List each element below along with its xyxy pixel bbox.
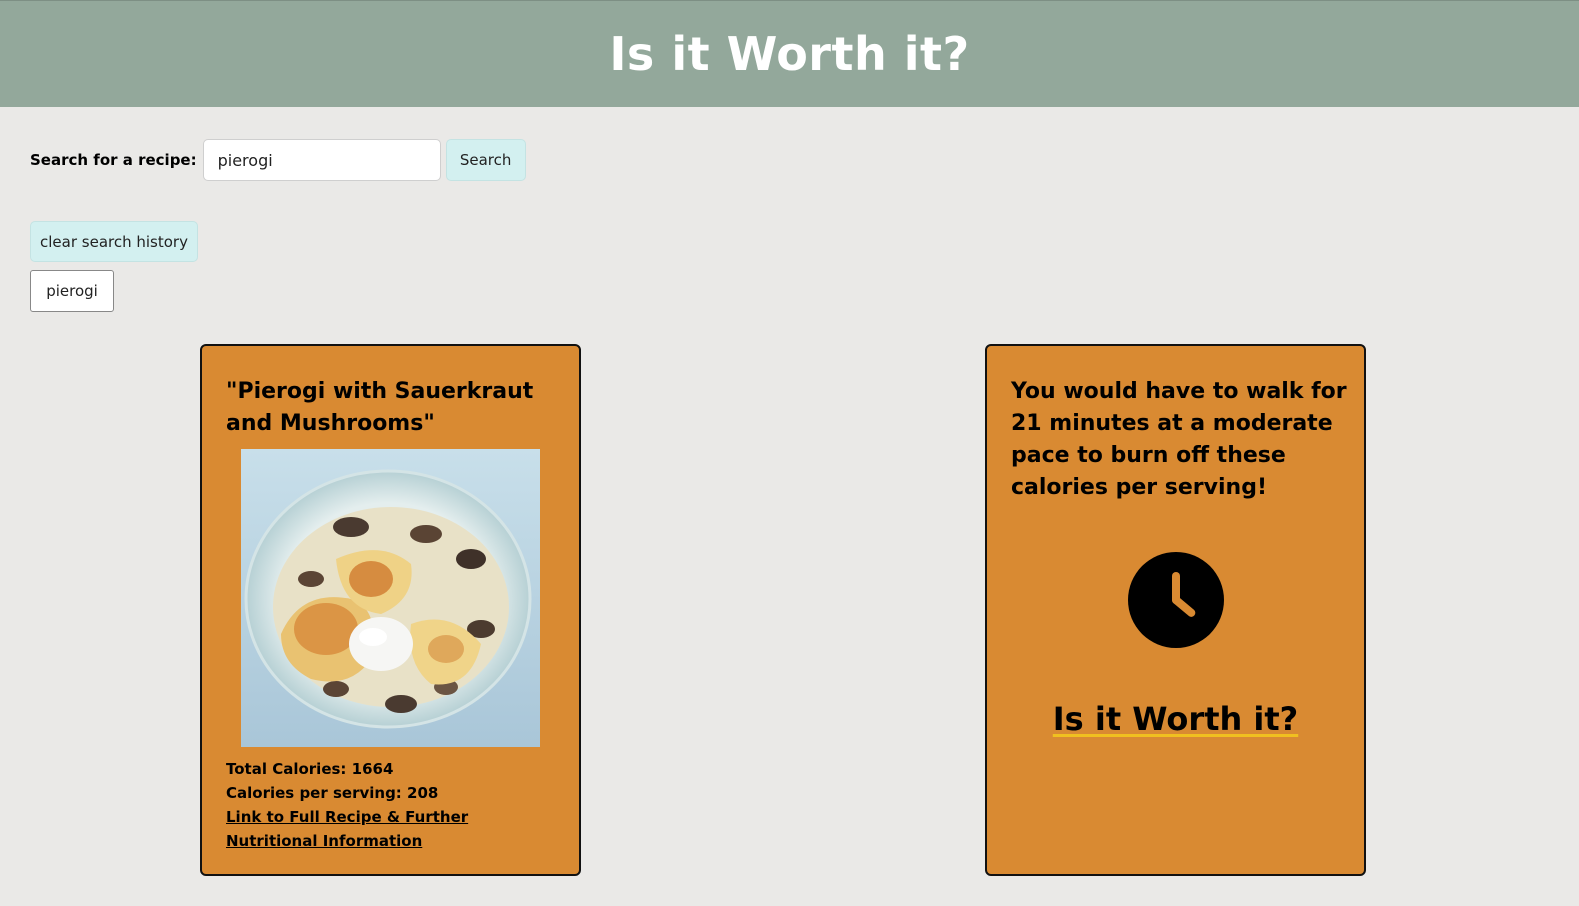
full-recipe-link[interactable]: Link to Full Recipe & Further Nutritiona… <box>226 808 468 850</box>
recipe-photo <box>241 449 540 747</box>
search-label: Search for a recipe: <box>30 151 197 169</box>
recipe-image <box>241 449 540 747</box>
search-input[interactable] <box>202 139 441 181</box>
history-item-pierogi[interactable]: pierogi <box>30 270 114 312</box>
page-title: Is it Worth it? <box>609 27 970 81</box>
walk-message: You would have to walk for 21 minutes at… <box>1011 379 1347 500</box>
page-header: Is it Worth it? <box>0 0 1579 107</box>
total-calories: Total Calories: 1664 <box>226 760 394 778</box>
walk-card: You would have to walk for 21 minutes at… <box>985 344 1366 876</box>
search-form: Search for a recipe: Search <box>30 139 526 181</box>
recipe-title: "Pierogi with Sauerkraut and Mushrooms" <box>226 379 534 436</box>
recipe-card: "Pierogi with Sauerkraut and Mushrooms" <box>200 344 581 876</box>
worth-section: Is it Worth it? <box>987 700 1364 738</box>
clear-history-button[interactable]: clear search history <box>30 221 198 262</box>
calories-per-serving: Calories per serving: 208 <box>226 784 439 802</box>
search-button[interactable]: Search <box>445 139 526 181</box>
clock-icon <box>1128 552 1224 648</box>
recipe-info: Total Calories: 1664 Calories per servin… <box>226 757 556 853</box>
worth-link[interactable]: Is it Worth it? <box>1053 700 1298 738</box>
